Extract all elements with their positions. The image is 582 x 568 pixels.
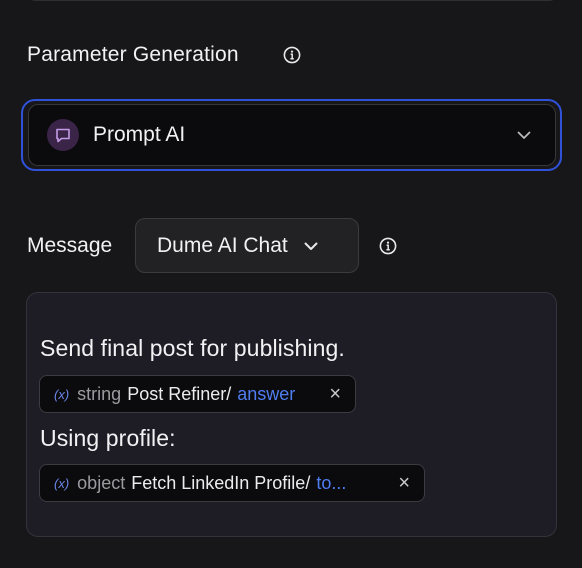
message-label: Message xyxy=(27,234,113,257)
chevron-down-icon xyxy=(515,126,533,149)
close-icon[interactable]: × xyxy=(329,383,341,406)
variable-icon: (x) xyxy=(54,475,70,491)
variable-icon: (x) xyxy=(54,386,70,402)
previous-panel-edge xyxy=(26,0,559,1)
chip-type: object xyxy=(77,472,126,493)
parameter-generation-select[interactable]: Prompt AI xyxy=(28,104,556,166)
info-icon[interactable] xyxy=(379,237,397,255)
variable-chip-profile[interactable]: (x) object Fetch LinkedIn Profile/ to...… xyxy=(39,464,425,502)
chip-source: Fetch LinkedIn Profile/ xyxy=(131,472,311,493)
chip-field: answer xyxy=(237,383,296,404)
variable-chip-answer[interactable]: (x) string Post Refiner/ answer × xyxy=(39,375,356,413)
info-icon[interactable] xyxy=(283,46,301,64)
close-icon[interactable]: × xyxy=(398,472,410,495)
chat-bubble-icon xyxy=(47,119,79,151)
select-value: Prompt AI xyxy=(93,123,186,146)
section-title: Parameter Generation xyxy=(27,43,239,66)
message-source-label: Dume AI Chat xyxy=(157,233,288,257)
message-line-2: Using profile: xyxy=(40,425,176,451)
chevron-down-icon xyxy=(302,237,320,255)
message-source-dropdown[interactable]: Dume AI Chat xyxy=(135,218,359,273)
message-line-1: Send final post for publishing. xyxy=(40,335,345,361)
chip-field: to... xyxy=(316,472,347,493)
chip-source: Post Refiner/ xyxy=(127,383,232,404)
chip-type: string xyxy=(77,383,122,404)
